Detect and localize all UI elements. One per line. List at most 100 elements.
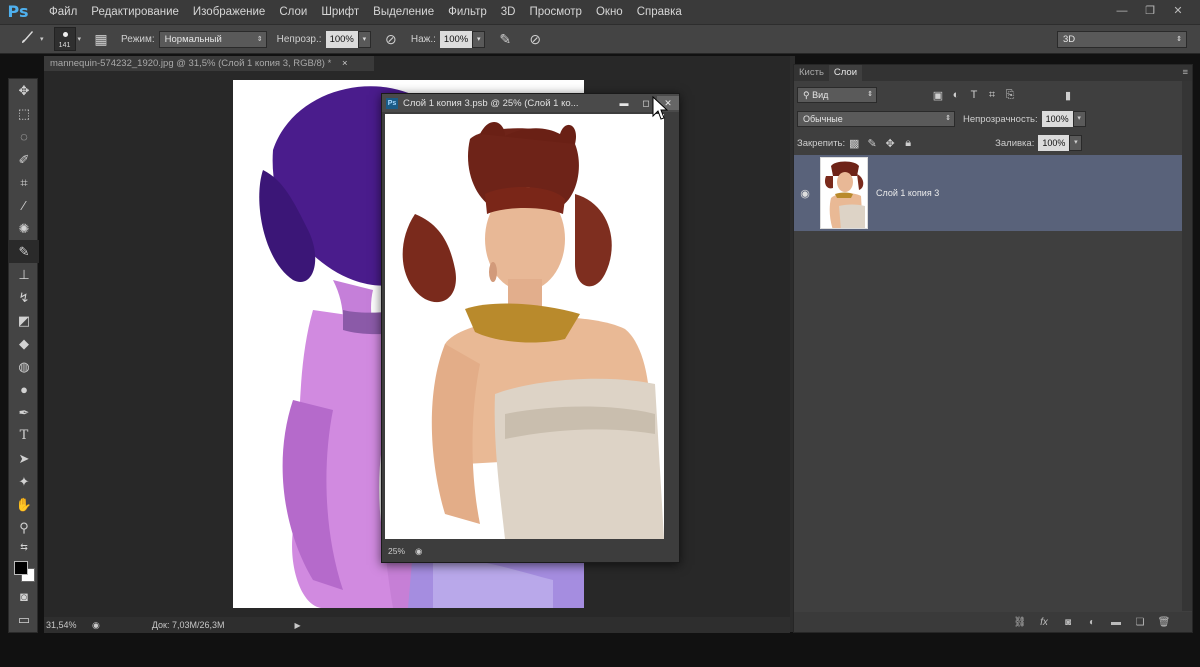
- screen-mode-icon[interactable]: ▭: [9, 608, 39, 631]
- blur-tool-icon[interactable]: ◍: [9, 355, 39, 378]
- workspace-select[interactable]: 3D ⇕: [1057, 31, 1187, 48]
- airbrush-icon[interactable]: ✎: [495, 29, 515, 49]
- swap-colors-icon[interactable]: ⇆: [9, 539, 39, 555]
- menu-filter[interactable]: Фильтр: [441, 0, 494, 24]
- select-arrows-icon: ⇕: [256, 35, 263, 43]
- quick-select-tool-icon[interactable]: ✐: [9, 148, 39, 171]
- layer-blend-mode-select[interactable]: Обычные ⇕: [797, 111, 955, 127]
- paint-bucket-tool-icon[interactable]: ◆: [9, 332, 39, 355]
- brush-tool-icon[interactable]: [18, 29, 38, 49]
- history-brush-tool-icon[interactable]: ↯: [9, 286, 39, 309]
- fill-dropdown-icon[interactable]: ▾: [1069, 135, 1083, 151]
- brush-tool-icon[interactable]: ✎: [9, 240, 39, 263]
- add-mask-icon[interactable]: ◙: [1060, 617, 1076, 628]
- new-layer-icon[interactable]: ❏: [1132, 617, 1148, 628]
- flow-dropdown-icon[interactable]: ▾: [472, 30, 486, 48]
- menu-select[interactable]: Выделение: [366, 0, 441, 24]
- zoom-tool-icon[interactable]: ⚲: [9, 516, 39, 539]
- lock-pixels-icon[interactable]: ✎: [863, 137, 881, 150]
- pen-tool-icon[interactable]: ✒: [9, 401, 39, 424]
- layer-item[interactable]: ◉ Слой 1 копия 3: [794, 155, 1182, 231]
- status-icon[interactable]: ◉: [92, 620, 100, 631]
- menu-edit[interactable]: Редактирование: [84, 0, 186, 24]
- brush-panel-toggle-icon[interactable]: ▦: [91, 29, 111, 49]
- eraser-tool-icon[interactable]: ◩: [9, 309, 39, 332]
- brush-size-value: 141: [58, 42, 71, 49]
- opacity-input[interactable]: 100%: [325, 30, 358, 48]
- search-icon: ⚲: [803, 90, 813, 100]
- link-layers-icon[interactable]: ⛓: [1012, 617, 1028, 628]
- floating-window-scrollbar[interactable]: [664, 114, 676, 539]
- move-tool-icon[interactable]: ✥: [9, 79, 39, 102]
- filter-toggle-icon[interactable]: ▮: [1059, 89, 1077, 102]
- opacity-dropdown-icon[interactable]: ▾: [357, 30, 371, 48]
- fill-input[interactable]: 100%: [1038, 135, 1070, 151]
- filter-adjustment-icon[interactable]: ◐: [947, 89, 965, 101]
- flow-input[interactable]: 100%: [439, 30, 473, 48]
- menu-image[interactable]: Изображение: [186, 0, 272, 24]
- tab-brush[interactable]: Кисть: [794, 65, 829, 81]
- shape-tool-icon[interactable]: ✦: [9, 470, 39, 493]
- adjustment-layer-icon[interactable]: ◐: [1084, 617, 1100, 628]
- menu-view[interactable]: Просмотр: [522, 0, 589, 24]
- marquee-tool-icon[interactable]: ⬚: [9, 102, 39, 125]
- zoom-level[interactable]: 31,54%: [46, 620, 92, 630]
- new-group-icon[interactable]: ▬: [1108, 617, 1124, 628]
- lasso-tool-icon[interactable]: ◌: [9, 125, 39, 148]
- pressure-size-icon[interactable]: ⊘: [525, 29, 545, 49]
- filter-pixel-icon[interactable]: ▣: [929, 89, 947, 102]
- lock-all-icon[interactable]: 🔒︎: [899, 137, 917, 150]
- path-selection-tool-icon[interactable]: ➤: [9, 447, 39, 470]
- restore-button[interactable]: ❐: [1140, 3, 1160, 19]
- eye-icon[interactable]: ◉: [794, 187, 816, 200]
- lock-position-icon[interactable]: ✥: [881, 137, 899, 150]
- document-tab-close-icon[interactable]: ×: [342, 58, 348, 69]
- floating-minimize-button[interactable]: ▬: [613, 96, 635, 110]
- eyedropper-tool-icon[interactable]: ⁄: [9, 194, 39, 217]
- blend-mode-select[interactable]: Нормальный ⇕: [158, 30, 267, 48]
- menu-3d[interactable]: 3D: [494, 0, 523, 24]
- floating-document-window[interactable]: Ps Слой 1 копия 3.psb @ 25% (Слой 1 ко..…: [381, 93, 680, 563]
- healing-brush-tool-icon[interactable]: ✺: [9, 217, 39, 240]
- brush-preset-dropdown-icon[interactable]: ▾: [78, 35, 82, 43]
- quick-mask-icon[interactable]: ◙: [9, 585, 39, 608]
- layer-filter-select[interactable]: ⚲ Вид ⇕: [797, 87, 877, 103]
- floating-zoom-value[interactable]: 25%: [388, 544, 405, 558]
- filter-smart-object-icon[interactable]: ⎘: [1001, 89, 1019, 102]
- document-tab[interactable]: mannequin-574232_1920.jpg @ 31,5% (Слой …: [44, 56, 374, 71]
- floating-canvas[interactable]: [385, 114, 664, 539]
- delete-layer-icon[interactable]: 🗑︎: [1156, 617, 1172, 628]
- filter-type-icon[interactable]: T: [965, 89, 983, 101]
- layer-name[interactable]: Слой 1 копия 3: [876, 188, 939, 198]
- menu-file[interactable]: Файл: [42, 0, 84, 24]
- tab-layers[interactable]: Слои: [828, 65, 863, 81]
- status-menu-arrow-icon[interactable]: ▶: [295, 621, 301, 630]
- brush-tool-dropdown-icon[interactable]: ▾: [40, 35, 44, 43]
- clone-stamp-tool-icon[interactable]: ⊥: [9, 263, 39, 286]
- minimize-button[interactable]: —: [1112, 3, 1132, 19]
- pressure-opacity-icon[interactable]: ⊘: [381, 29, 401, 49]
- color-swatches[interactable]: [9, 555, 39, 585]
- type-tool-icon[interactable]: T: [9, 424, 39, 447]
- menu-type[interactable]: Шрифт: [314, 0, 366, 24]
- hand-tool-icon[interactable]: ✋: [9, 493, 39, 516]
- menu-layers[interactable]: Слои: [272, 0, 314, 24]
- floating-window-titlebar[interactable]: Ps Слой 1 копия 3.psb @ 25% (Слой 1 ко..…: [382, 94, 679, 112]
- close-button[interactable]: ✕: [1168, 3, 1188, 19]
- floating-status-icon[interactable]: ◉: [415, 544, 422, 558]
- brush-preset-picker[interactable]: 141: [53, 27, 76, 51]
- dodge-tool-icon[interactable]: ●: [9, 378, 39, 401]
- menu-help[interactable]: Справка: [630, 0, 689, 24]
- layer-opacity-dropdown-icon[interactable]: ▾: [1072, 111, 1086, 127]
- brush-tip-icon: [62, 32, 68, 37]
- foreground-color-swatch[interactable]: [14, 561, 28, 575]
- lock-transparency-icon[interactable]: ▩: [845, 137, 863, 150]
- filter-shape-icon[interactable]: ⌗: [983, 89, 1001, 102]
- layer-opacity-input[interactable]: 100%: [1041, 111, 1073, 127]
- layers-scrollbar[interactable]: [1182, 81, 1192, 611]
- select-arrows-icon: ⇕: [1176, 36, 1182, 43]
- menu-window[interactable]: Окно: [589, 0, 630, 24]
- panel-menu-icon[interactable]: ≡: [1182, 65, 1188, 81]
- crop-tool-icon[interactable]: ⌗: [9, 171, 39, 194]
- layer-style-icon[interactable]: fx: [1036, 617, 1052, 628]
